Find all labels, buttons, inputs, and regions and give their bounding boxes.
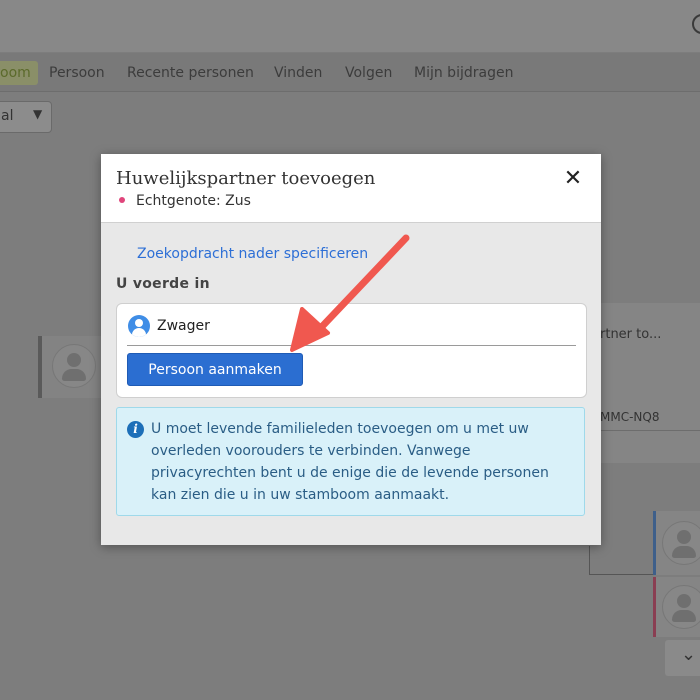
- nav-item-recent-persons[interactable]: Recente personen: [127, 65, 254, 81]
- person-card-title: rtner to...: [600, 327, 662, 342]
- dialog-subtitle: Echtgenote: Zus: [136, 193, 251, 209]
- scroll-down-button[interactable]: ⌄: [665, 640, 700, 676]
- close-icon[interactable]: ✕: [562, 168, 584, 190]
- entered-label: U voerde in: [116, 276, 210, 292]
- divider: [600, 430, 700, 431]
- nav-item-active[interactable]: oom: [0, 61, 38, 85]
- person-card-id: MMC-NQ8: [600, 410, 660, 424]
- avatar: [662, 585, 700, 629]
- nav-item-find[interactable]: Vinden: [274, 65, 322, 81]
- spouse-dot-icon: [119, 197, 125, 203]
- avatar: [662, 521, 700, 565]
- person-icon: [128, 315, 150, 337]
- create-person-button[interactable]: Persoon aanmaken: [127, 353, 303, 386]
- nav-item-follow[interactable]: Volgen: [345, 65, 392, 81]
- input-underline: [127, 345, 576, 346]
- view-select-value: al: [1, 108, 14, 124]
- dialog-title: Huwelijkspartner toevoegen: [116, 168, 376, 189]
- refine-search-link[interactable]: Zoekopdracht nader specificeren: [137, 246, 368, 262]
- tree-person-female[interactable]: [653, 577, 700, 637]
- nav-item-person[interactable]: Persoon: [49, 65, 105, 81]
- info-alert: i U moet levende familieleden toevoegen …: [116, 407, 585, 516]
- nav-item-my-contributions[interactable]: Mijn bijdragen: [414, 65, 513, 81]
- entered-person-card: Persoon aanmaken: [116, 303, 587, 398]
- name-input[interactable]: [157, 312, 562, 340]
- account-icon[interactable]: [692, 14, 700, 34]
- tree-connector: [589, 574, 653, 575]
- top-bar: [0, 0, 700, 52]
- info-icon: i: [127, 421, 144, 438]
- avatar: [52, 344, 96, 388]
- dialog-header: Huwelijkspartner toevoegen ✕ Echtgenote:…: [101, 154, 601, 223]
- tree-connector: [589, 546, 590, 575]
- chevron-down-icon: ⌄: [681, 644, 697, 665]
- add-spouse-dialog: Huwelijkspartner toevoegen ✕ Echtgenote:…: [101, 154, 601, 545]
- nav-active-label: oom: [0, 65, 31, 81]
- view-select[interactable]: al ▼: [0, 101, 52, 133]
- tree-person-male[interactable]: [653, 511, 700, 575]
- dropdown-caret-icon: ▼: [33, 107, 43, 121]
- info-text: U moet levende familieleden toevoegen om…: [151, 421, 549, 503]
